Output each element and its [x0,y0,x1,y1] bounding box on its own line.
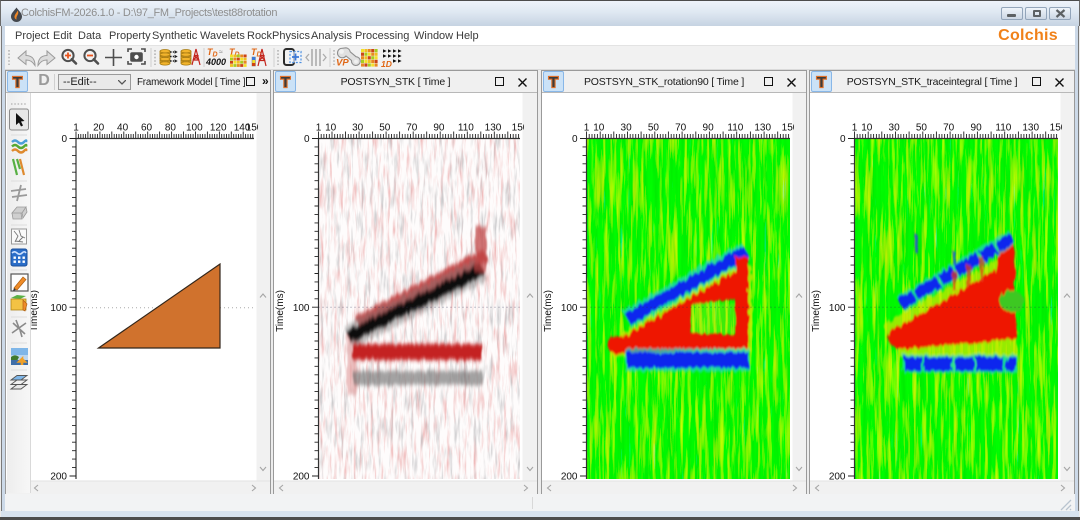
svg-text:130: 130 [485,123,502,134]
svg-text:40: 40 [117,123,129,134]
svg-text:VP: VP [336,58,349,69]
svg-text:0: 0 [61,134,67,145]
svg-text:1: 1 [852,123,858,134]
svg-text:100: 100 [293,303,310,314]
svg-text:70: 70 [943,123,955,134]
svg-text:90: 90 [703,123,715,134]
svg-text:1: 1 [584,123,590,134]
svg-text:110: 110 [995,123,1011,134]
svg-text:30: 30 [621,123,633,134]
svg-text:110: 110 [458,123,474,134]
svg-text:≈: ≈ [219,49,223,56]
svg-text:100: 100 [829,303,846,314]
svg-text:1: 1 [316,123,322,134]
svg-text:110: 110 [727,123,743,134]
svg-text:10: 10 [593,123,605,134]
svg-text:1D: 1D [381,59,392,69]
svg-text:1: 1 [73,123,79,134]
svg-text:4000: 4000 [205,57,226,67]
svg-text:30: 30 [352,123,364,134]
svg-text:60: 60 [141,123,153,134]
svg-text:100: 100 [561,303,578,314]
svg-text:0: 0 [840,134,846,145]
svg-text:70: 70 [406,123,418,134]
svg-text:50: 50 [379,123,391,134]
svg-text:70: 70 [675,123,687,134]
svg-text:100: 100 [186,123,203,134]
svg-text:50: 50 [648,123,660,134]
svg-text:10: 10 [325,123,337,134]
svg-text:130: 130 [754,123,771,134]
svg-text:Time(ms): Time(ms) [543,290,554,332]
svg-text:0: 0 [572,134,578,145]
svg-text:90: 90 [433,123,445,134]
svg-text:Time(ms): Time(ms) [811,290,822,332]
svg-text:100: 100 [50,303,67,314]
svg-text:50: 50 [916,123,928,134]
svg-text:10: 10 [861,123,873,134]
svg-text:120: 120 [210,123,227,134]
svg-text:Time(ms): Time(ms) [275,290,286,332]
svg-text:20: 20 [93,123,105,134]
svg-text:80: 80 [165,123,177,134]
svg-text:0: 0 [304,134,310,145]
svg-text:130: 130 [1022,123,1039,134]
svg-text:90: 90 [971,123,983,134]
svg-text:30: 30 [889,123,901,134]
